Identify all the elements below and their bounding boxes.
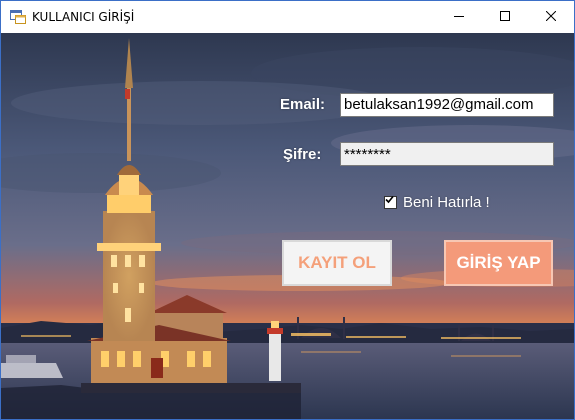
minimize-button[interactable] [436, 1, 482, 33]
maximize-button[interactable] [482, 1, 528, 33]
form-icon [10, 10, 26, 24]
maximize-icon [500, 8, 510, 26]
close-button[interactable] [528, 1, 574, 33]
remember-me-label: Beni Hatırla ! [403, 194, 490, 211]
register-button[interactable]: KAYIT OL [282, 240, 392, 286]
checkmark-icon [385, 195, 394, 204]
login-button[interactable]: GİRİŞ YAP [444, 240, 553, 286]
background-photo [1, 33, 574, 419]
password-field[interactable]: ******** [340, 142, 554, 166]
title-bar[interactable]: KULLANICI GİRİŞİ [1, 1, 574, 33]
form-client-area: Email: betulaksan1992@gmail.com Şifre: *… [1, 33, 574, 419]
window-title: KULLANICI GİRİŞİ [32, 10, 135, 24]
minimize-icon [454, 8, 464, 26]
password-label: Şifre: [283, 146, 322, 163]
checkbox-box[interactable] [384, 195, 397, 209]
remember-me-checkbox[interactable]: Beni Hatırla ! [384, 194, 490, 211]
login-window: KULLANICI GİRİŞİ Email: betulaksan1992@g… [0, 0, 575, 420]
close-icon [545, 8, 557, 26]
email-field[interactable]: betulaksan1992@gmail.com [340, 93, 554, 117]
email-label: Email: [280, 96, 326, 113]
